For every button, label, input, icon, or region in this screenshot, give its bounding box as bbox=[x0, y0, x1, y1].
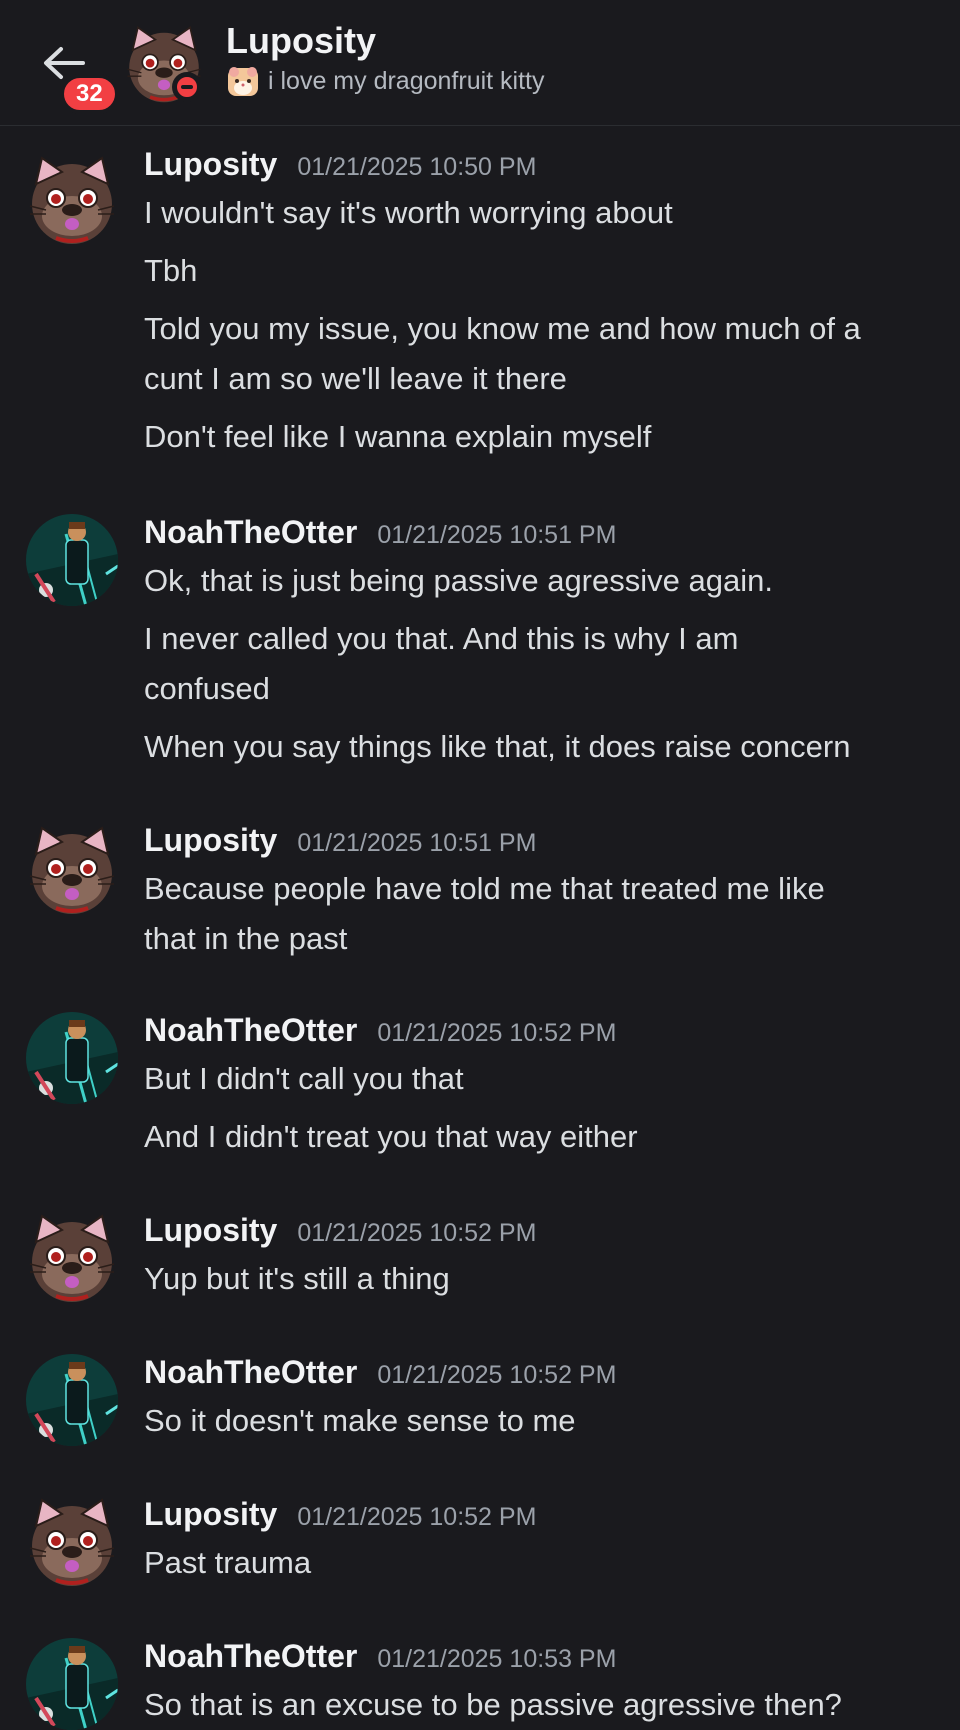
message-header: NoahTheOtter 01/21/2025 10:53 PM bbox=[144, 1638, 616, 1675]
timestamp: 01/21/2025 10:51 PM bbox=[297, 829, 537, 857]
message-line[interactable]: I never called you that. And this is why… bbox=[144, 614, 944, 664]
unread-badge: 32 bbox=[60, 74, 119, 114]
message-header: Luposity 01/21/2025 10:51 PM bbox=[144, 822, 536, 859]
chat-header: 32 Luposity i love my dragonfruit kitty bbox=[0, 0, 960, 126]
message-header: NoahTheOtter 01/21/2025 10:52 PM bbox=[144, 1012, 616, 1049]
message-header: Luposity 01/21/2025 10:52 PM bbox=[144, 1212, 536, 1249]
cat-avatar-icon[interactable] bbox=[26, 824, 118, 916]
message-header: Luposity 01/21/2025 10:52 PM bbox=[144, 1496, 536, 1533]
timestamp: 01/21/2025 10:52 PM bbox=[377, 1361, 617, 1389]
message-line[interactable]: confused bbox=[144, 664, 944, 714]
otter-avatar-icon[interactable] bbox=[26, 514, 118, 606]
timestamp: 01/21/2025 10:52 PM bbox=[297, 1503, 537, 1531]
message-line[interactable]: Told you my issue, you know me and how m… bbox=[144, 304, 944, 354]
message-line[interactable]: But I didn't call you that bbox=[144, 1054, 944, 1104]
timestamp: 01/21/2025 10:51 PM bbox=[377, 521, 617, 549]
cat-avatar-icon[interactable] bbox=[26, 1212, 118, 1304]
timestamp: 01/21/2025 10:50 PM bbox=[297, 153, 537, 181]
cat-avatar-icon[interactable] bbox=[26, 1496, 118, 1588]
timestamp: 01/21/2025 10:53 PM bbox=[377, 1645, 617, 1673]
timestamp: 01/21/2025 10:52 PM bbox=[297, 1219, 537, 1247]
hamster-face-icon bbox=[228, 67, 258, 96]
otter-avatar-icon[interactable] bbox=[26, 1012, 118, 1104]
custom-status: i love my dragonfruit kitty bbox=[226, 64, 545, 98]
message-line[interactable]: Yup but it's still a thing bbox=[144, 1254, 944, 1304]
message-header: NoahTheOtter 01/21/2025 10:52 PM bbox=[144, 1354, 616, 1391]
message-line[interactable]: I wouldn't say it's worth worrying about bbox=[144, 188, 944, 238]
channel-title[interactable]: Luposity bbox=[226, 20, 376, 62]
author-name[interactable]: NoahTheOtter bbox=[144, 514, 357, 551]
otter-avatar-icon[interactable] bbox=[26, 1638, 118, 1730]
author-name[interactable]: NoahTheOtter bbox=[144, 1638, 357, 1675]
otter-avatar-icon[interactable] bbox=[26, 1354, 118, 1446]
message-line[interactable]: Past trauma bbox=[144, 1538, 944, 1588]
author-name[interactable]: Luposity bbox=[144, 146, 277, 183]
author-name[interactable]: Luposity bbox=[144, 822, 277, 859]
message-line[interactable]: that in the past bbox=[144, 914, 944, 964]
cat-avatar-icon[interactable] bbox=[26, 154, 118, 246]
message-line[interactable]: So that is an excuse to be passive agres… bbox=[144, 1680, 944, 1730]
message-line[interactable]: Don't feel like I wanna explain myself bbox=[144, 412, 944, 462]
author-name[interactable]: NoahTheOtter bbox=[144, 1354, 357, 1391]
message-line[interactable]: Because people have told me that treated… bbox=[144, 864, 944, 914]
author-name[interactable]: Luposity bbox=[144, 1212, 277, 1249]
message-line[interactable]: Tbh bbox=[144, 246, 944, 296]
message-line[interactable]: So it doesn't make sense to me bbox=[144, 1396, 944, 1446]
dnd-status-icon bbox=[172, 72, 202, 102]
message-header: Luposity 01/21/2025 10:50 PM bbox=[144, 146, 536, 183]
message-line[interactable]: When you say things like that, it does r… bbox=[144, 722, 944, 772]
message-line[interactable]: Ok, that is just being passive agressive… bbox=[144, 556, 944, 606]
custom-status-text: i love my dragonfruit kitty bbox=[268, 66, 545, 95]
message-header: NoahTheOtter 01/21/2025 10:51 PM bbox=[144, 514, 616, 551]
author-name[interactable]: NoahTheOtter bbox=[144, 1012, 357, 1049]
timestamp: 01/21/2025 10:52 PM bbox=[377, 1019, 617, 1047]
author-name[interactable]: Luposity bbox=[144, 1496, 277, 1533]
message-line[interactable]: And I didn't treat you that way either bbox=[144, 1112, 944, 1162]
message-line[interactable]: cunt I am so we'll leave it there bbox=[144, 354, 944, 404]
